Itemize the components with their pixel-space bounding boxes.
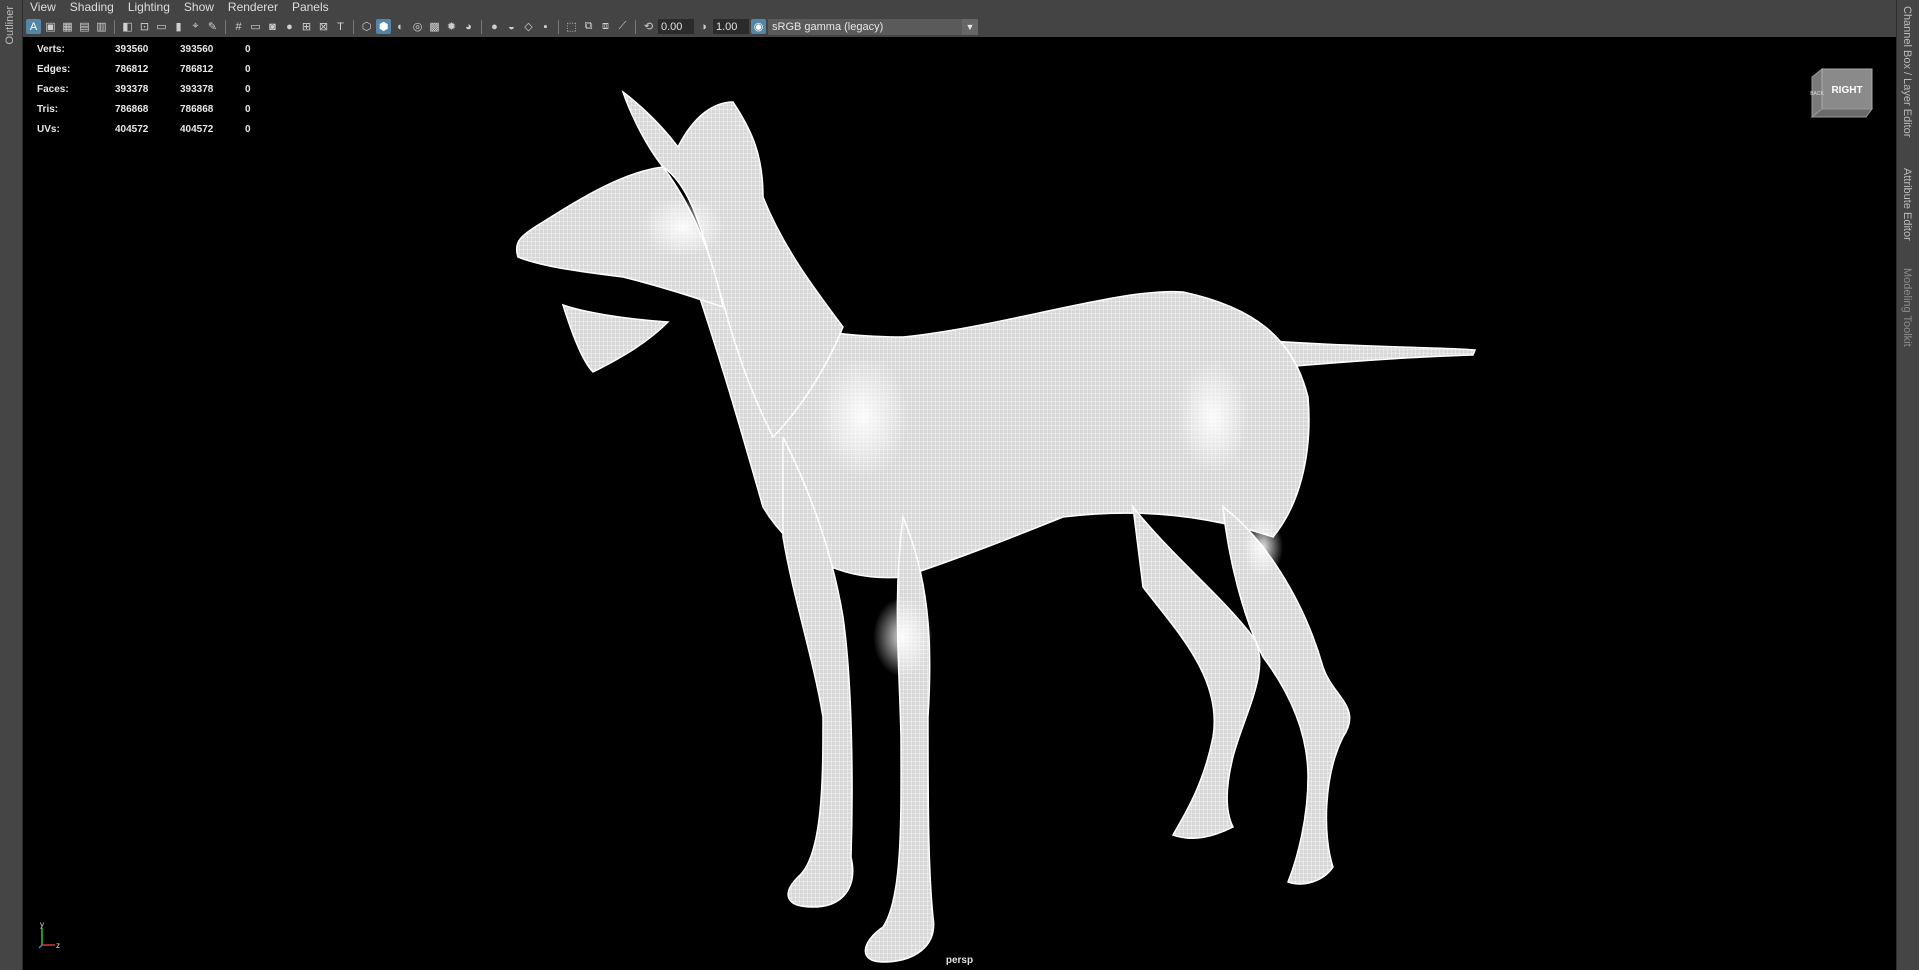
select-camera-icon[interactable]: A (26, 19, 41, 34)
panel-menubar: View Shading Lighting Show Renderer Pane… (23, 0, 1896, 15)
image-plane-icon[interactable]: ▤ (77, 19, 92, 34)
color-management-value: sRGB gamma (legacy) (772, 20, 884, 33)
dog-wireframe-model[interactable] (23, 37, 1896, 970)
menu-show[interactable]: Show (177, 0, 221, 15)
exposure-icon[interactable]: ⟲ (641, 19, 656, 34)
toolbar-separator (225, 19, 226, 34)
menu-view[interactable]: View (23, 0, 63, 15)
chevron-down-icon: ▼ (962, 18, 978, 35)
screen-space-ao-icon[interactable]: ● (487, 19, 502, 34)
axis-gizmo-icon: y z (38, 920, 60, 950)
film-gate-icon[interactable]: ▭ (154, 19, 169, 34)
grease-pencil-icon[interactable]: ✎ (205, 19, 220, 34)
depth-of-field-icon[interactable]: ▪ (538, 19, 553, 34)
right-panel-strip: Channel Box / Layer Editor Attribute Edi… (1896, 0, 1919, 970)
toolbar-separator (481, 19, 482, 34)
lock-camera-icon[interactable]: ⊡ (137, 19, 152, 34)
color-management-dropdown[interactable]: sRGB gamma (legacy) ▼ (768, 18, 978, 35)
camera-name-label: persp (945, 955, 974, 966)
default-material-icon[interactable]: ◐ (393, 19, 408, 34)
smooth-shade-icon[interactable]: ⬢ (376, 19, 391, 34)
field-chart-icon[interactable]: ⊞ (299, 19, 314, 34)
motion-blur-icon[interactable]: ◒ (504, 19, 519, 34)
gate-mask-icon[interactable]: ● (282, 19, 297, 34)
resolution-gate-icon[interactable]: ◙ (265, 19, 280, 34)
viewport-3d[interactable]: Verts: 393560 393560 0 Edges: 786812 786… (23, 37, 1896, 970)
left-panel-strip: Outliner (0, 0, 23, 970)
wireframe-icon[interactable]: ⬡ (359, 19, 374, 34)
xray-joints-icon[interactable]: ⟋ (615, 19, 630, 34)
film-gate-toggle-icon[interactable]: ▭ (248, 19, 263, 34)
toolbar-separator (558, 19, 559, 34)
viewcube[interactable]: RIGHT BACK (1810, 65, 1874, 121)
menu-lighting[interactable]: Lighting (121, 0, 177, 15)
textured-icon[interactable]: ▩ (427, 19, 442, 34)
xray-active-icon[interactable]: ⧈ (598, 19, 613, 34)
menu-renderer[interactable]: Renderer (221, 0, 285, 15)
viewcube-right-label: RIGHT (1831, 85, 1862, 96)
panel-toolbar: A ▣ ▦ ▤ ▥ ◧ ⊡ ▭ ▮ ⌖ ✎ # ▭ ◙ ● ⊞ ⊠ T ⬡ ⬢ … (23, 16, 1896, 37)
anti-aliasing-icon[interactable]: ◇ (521, 19, 536, 34)
camera-attributes-icon[interactable]: ▣ (43, 19, 58, 34)
lighting-icon[interactable]: ✹ (444, 19, 459, 34)
channel-box-tab[interactable]: Channel Box / Layer Editor (1901, 6, 1913, 137)
bookmark-icon[interactable]: ▦ (60, 19, 75, 34)
xray-icon[interactable]: ⧉ (581, 19, 596, 34)
axis-z-label: z (56, 941, 60, 950)
modeling-toolkit-tab[interactable]: Modeling Toolkit (1901, 268, 1913, 347)
gamma-field[interactable] (713, 19, 749, 34)
camera-icon[interactable]: ◧ (120, 19, 135, 34)
shadows-icon[interactable]: ◕ (461, 19, 476, 34)
isolate-select-icon[interactable]: ⬚ (564, 19, 579, 34)
exposure-field[interactable] (658, 19, 694, 34)
safe-title-icon[interactable]: T (333, 19, 348, 34)
toolbar-separator (635, 19, 636, 34)
grid-icon[interactable]: # (231, 19, 246, 34)
toolbar-separator (114, 19, 115, 34)
safe-action-icon[interactable]: ⊠ (316, 19, 331, 34)
grid-toggle-icon[interactable]: ▥ (94, 19, 109, 34)
outliner-tab[interactable]: Outliner (4, 6, 16, 45)
menu-panels[interactable]: Panels (285, 0, 336, 15)
color-management-icon[interactable]: ◉ (751, 19, 766, 34)
axis-y-label: y (40, 920, 44, 929)
toolbar-separator (353, 19, 354, 34)
menu-shading[interactable]: Shading (63, 0, 121, 15)
two-d-pan-icon[interactable]: ⌖ (188, 19, 203, 34)
wireframe-on-shaded-icon[interactable]: ◎ (410, 19, 425, 34)
gamma-icon[interactable]: ◑ (696, 19, 711, 34)
viewcube-back-label: BACK (1810, 91, 1824, 97)
bookmark-flag-icon[interactable]: ▮ (171, 19, 186, 34)
attribute-editor-tab[interactable]: Attribute Editor (1901, 168, 1913, 241)
